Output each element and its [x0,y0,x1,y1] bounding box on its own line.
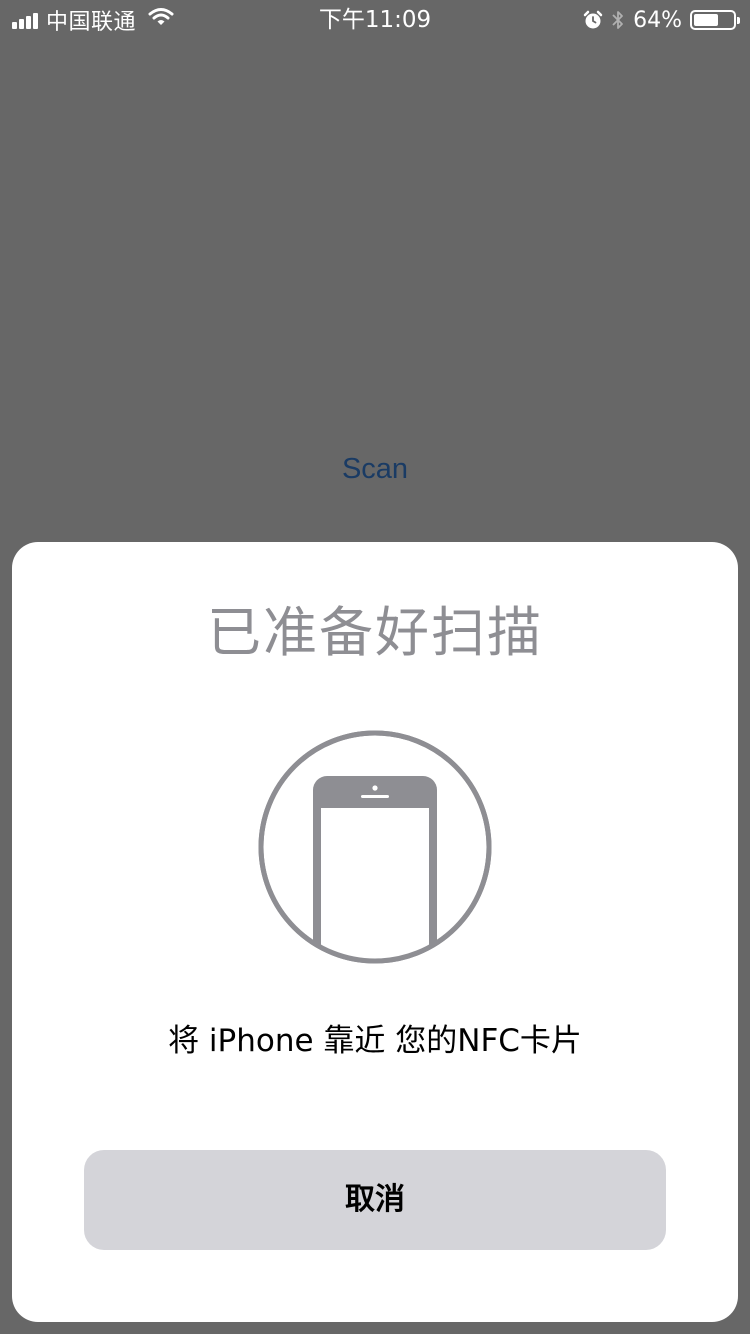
phone-icon [258,730,492,968]
bluetooth-icon [611,9,625,31]
battery-percentage: 64% [633,7,682,33]
sheet-message: 将 iPhone 靠近 您的NFC卡片 [168,1023,582,1059]
status-bar: 中国联通 下午11:09 64% [0,0,750,40]
sheet-title: 已准备好扫描 [207,601,543,664]
status-bar-right: 64% [583,6,740,34]
cancel-button[interactable]: 取消 [84,1150,666,1250]
battery-icon [690,10,740,30]
battery-level [694,14,719,26]
alarm-icon [583,10,603,30]
scan-button[interactable]: Scan [0,450,750,488]
nfc-scan-sheet: 已准备好扫描 将 iPhone 靠近 您的NFC卡片 取消 [12,542,738,1322]
